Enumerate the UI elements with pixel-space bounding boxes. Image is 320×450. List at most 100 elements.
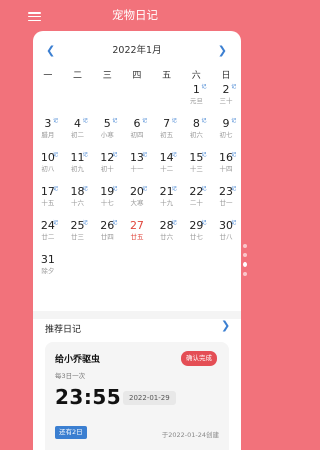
lunar-label: 廿四 <box>100 233 114 241</box>
calendar-day[interactable]: 26 廿四 记 <box>92 217 122 251</box>
calendar-day[interactable]: 16 十四 记 <box>211 149 241 183</box>
calendar-day[interactable]: 2 三十 记 <box>211 81 241 115</box>
page-dot[interactable] <box>243 253 247 257</box>
calendar-day[interactable]: 14 十二 记 <box>152 149 182 183</box>
calendar-day[interactable]: 23 廿一 记 <box>211 183 241 217</box>
main-card: ❮ 2022年1月 ❯ 一 二 三 四 五 六 日 1 元旦记 2 三十记 3 腊月记 4 初… <box>33 31 241 450</box>
lunar-label: 廿五 <box>130 233 144 241</box>
calendar-day[interactable]: 1 元旦记 <box>182 81 212 115</box>
lunar-label: 十二 <box>160 165 174 173</box>
diary-mark-icon: 记 <box>142 152 148 158</box>
confirm-complete-button[interactable]: 确认完成 <box>181 351 217 366</box>
calendar-day[interactable]: 21 十九 记 <box>152 183 182 217</box>
diary-mark-icon: 记 <box>231 152 237 158</box>
page-dot[interactable] <box>243 272 247 276</box>
diary-mark-icon: 记 <box>53 186 59 192</box>
page-dot[interactable] <box>243 244 247 248</box>
recommend-more-button[interactable]: ❯ <box>221 319 230 332</box>
calendar-day[interactable]: 12 初十 记 <box>92 149 122 183</box>
day-number: 10 <box>40 151 55 164</box>
calendar-day[interactable]: 30 廿八 记 <box>211 217 241 251</box>
lunar-label: 十六 <box>71 199 85 207</box>
lunar-label: 初九 <box>71 165 85 173</box>
month-navigator: ❮ 2022年1月 ❯ <box>33 43 241 59</box>
diary-mark-icon: 记 <box>53 152 59 158</box>
lunar-label: 廿二 <box>41 233 55 241</box>
day-number: 21 <box>159 185 174 198</box>
lunar-label: 十七 <box>100 199 114 207</box>
lunar-label: 廿七 <box>189 233 203 241</box>
diary-mark-icon: 记 <box>112 220 118 226</box>
day-number: 12 <box>100 151 115 164</box>
lunar-label: 初八 <box>41 165 55 173</box>
day-number: 23 <box>219 185 234 198</box>
calendar-day[interactable]: 25 廿三记 <box>63 217 93 251</box>
day-number: 16 <box>219 151 234 164</box>
calendar-day[interactable]: 24 廿二 记 <box>33 217 63 251</box>
diary-mark-icon: 记 <box>82 220 88 226</box>
day-number: 20 <box>129 185 144 198</box>
lunar-label: 初四 <box>130 131 144 139</box>
diary-mark-icon: 记 <box>201 186 207 192</box>
app-header: 宠物日记 <box>0 0 270 30</box>
calendar-day[interactable]: 3 腊月 记 <box>33 115 63 149</box>
day-number: 13 <box>129 151 144 164</box>
diary-mark-icon: 记 <box>53 220 59 226</box>
day-number: 27 <box>129 219 144 232</box>
lunar-label: 小寒 <box>100 131 114 139</box>
calendar-day[interactable]: 19 十七 记 <box>92 183 122 217</box>
diary-mark-icon: 记 <box>231 118 237 124</box>
calendar-day[interactable]: 13 十一 记 <box>122 149 152 183</box>
page-title: 宠物日记 <box>112 8 158 22</box>
calendar-day[interactable]: 5 小寒 记 <box>92 115 122 149</box>
diary-mark-icon: 记 <box>142 186 148 192</box>
calendar-day[interactable]: 6 初四 记 <box>122 115 152 149</box>
day-number: 17 <box>40 185 55 198</box>
day-number: 6 <box>133 117 141 130</box>
lunar-label: 初十 <box>100 165 114 173</box>
next-month-button[interactable]: ❯ <box>218 43 227 59</box>
day-number: 24 <box>40 219 55 232</box>
day-number: 9 <box>222 117 230 130</box>
diary-mark-icon: 记 <box>112 118 118 124</box>
calendar-day[interactable]: 15 十三记 <box>182 149 212 183</box>
remaining-badge: 还有2日 <box>55 426 87 439</box>
calendar-day[interactable]: 4 初二记 <box>63 115 93 149</box>
calendar-day[interactable]: 8 初六记 <box>182 115 212 149</box>
lunar-label: 除夕 <box>41 267 55 275</box>
calendar-day[interactable]: 18 十六记 <box>63 183 93 217</box>
diary-mark-icon: 记 <box>231 84 237 90</box>
diary-mark-icon: 记 <box>231 220 237 226</box>
calendar-day[interactable]: 27 廿五 <box>122 217 152 251</box>
calendar-day[interactable]: 28 廿六 记 <box>152 217 182 251</box>
calendar-day[interactable]: 22 二十记 <box>182 183 212 217</box>
calendar-day[interactable]: 9 初七 记 <box>211 115 241 149</box>
calendar-day[interactable]: 11 初九记 <box>63 149 93 183</box>
weekday-label: 三 <box>102 71 112 81</box>
lunar-label: 初七 <box>219 131 233 139</box>
calendar-day[interactable]: 10 初八 记 <box>33 149 63 183</box>
month-label: 2022年1月 <box>112 45 162 56</box>
lunar-label: 廿一 <box>219 199 233 207</box>
diary-frequency: 每3日一次 <box>55 372 86 380</box>
diary-card[interactable]: 给小乔驱虫 确认完成 每3日一次 23:55 2022-01-29 还有2日 于… <box>45 342 229 450</box>
calendar-day[interactable]: 31 除夕 <box>33 251 63 285</box>
day-number: 5 <box>103 117 111 130</box>
lunar-label: 二十 <box>189 199 203 207</box>
day-number: 31 <box>40 253 55 266</box>
calendar-day[interactable]: 7 初五 记 <box>152 115 182 149</box>
diary-mark-icon: 记 <box>201 220 207 226</box>
calendar-day[interactable]: 29 廿七记 <box>182 217 212 251</box>
lunar-label: 大寒 <box>130 199 144 207</box>
day-number: 19 <box>100 185 115 198</box>
calendar-day[interactable]: 20 大寒 记 <box>122 183 152 217</box>
lunar-label: 十九 <box>160 199 174 207</box>
calendar-day[interactable]: 17 十五 记 <box>33 183 63 217</box>
day-number: 26 <box>100 219 115 232</box>
diary-time: 23:55 <box>55 385 122 409</box>
diary-mark-icon: 记 <box>201 118 207 124</box>
day-number: 28 <box>159 219 174 232</box>
page-dot[interactable] <box>243 262 247 267</box>
day-number: 14 <box>159 151 174 164</box>
lunar-label: 廿八 <box>219 233 233 241</box>
